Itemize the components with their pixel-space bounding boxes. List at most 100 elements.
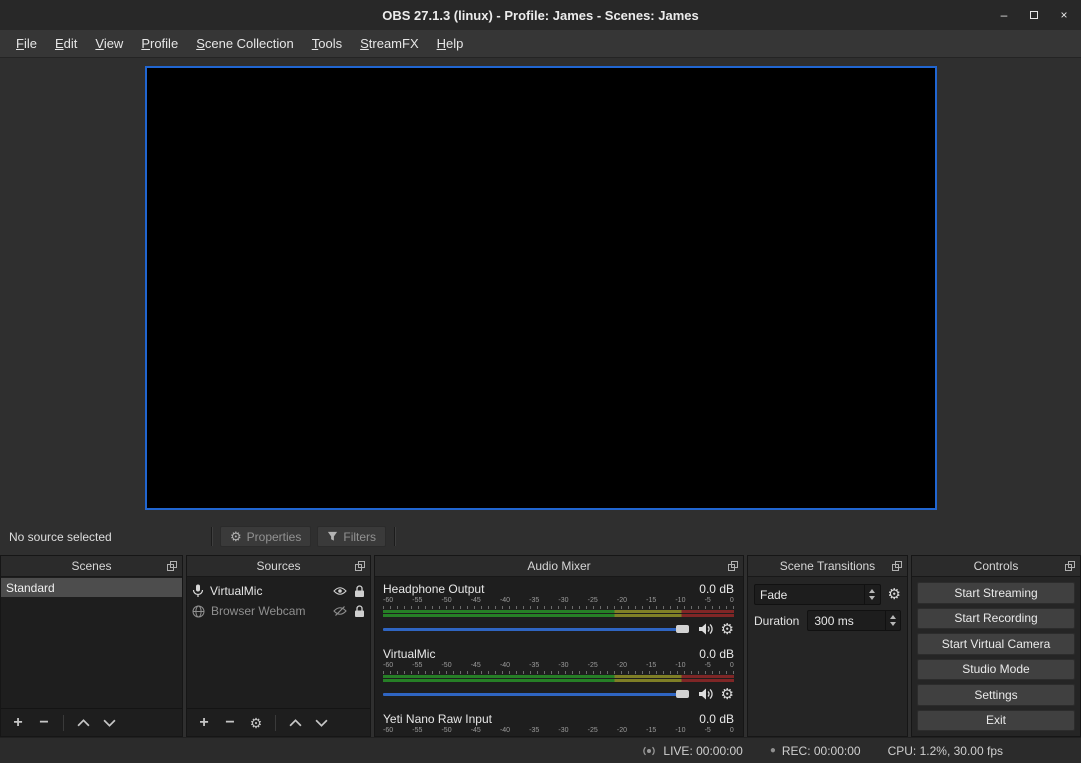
start-recording-button[interactable]: Start Recording bbox=[917, 608, 1075, 630]
visibility-eye-icon[interactable] bbox=[333, 586, 347, 596]
settings-button[interactable]: Settings bbox=[917, 684, 1075, 706]
scale-tick-label: -5 bbox=[705, 662, 711, 670]
popout-icon[interactable] bbox=[892, 561, 902, 571]
menu-file[interactable]: File bbox=[7, 30, 46, 57]
toolbar-separator bbox=[63, 715, 64, 731]
popout-icon[interactable] bbox=[355, 561, 365, 571]
mixer-channel-headphone-output: Headphone Output 0.0 dB -60-55-50-45-40-… bbox=[383, 582, 734, 636]
volume-slider[interactable] bbox=[383, 688, 689, 700]
slider-track[interactable] bbox=[383, 628, 687, 631]
transition-select[interactable]: Fade bbox=[754, 584, 881, 605]
menu-profile[interactable]: Profile bbox=[132, 30, 187, 57]
source-toolbar: No source selected ⚙ Properties Filters bbox=[0, 523, 1081, 550]
add-scene-button[interactable]: + bbox=[5, 712, 31, 734]
scale-tick-label: -15 bbox=[646, 727, 656, 735]
start-streaming-button[interactable]: Start Streaming bbox=[917, 582, 1075, 604]
minimize-icon[interactable]: – bbox=[997, 8, 1011, 22]
speaker-icon[interactable] bbox=[698, 687, 714, 701]
gear-icon[interactable]: ⚙ bbox=[721, 687, 734, 702]
popout-icon[interactable] bbox=[1065, 561, 1075, 571]
scale-tick-label: -20 bbox=[617, 662, 627, 670]
lock-icon[interactable] bbox=[354, 585, 365, 598]
obs-window: OBS 27.1.3 (linux) - Profile: James - Sc… bbox=[0, 0, 1081, 763]
scenes-dock-header[interactable]: Scenes bbox=[1, 556, 182, 577]
scale-tick-label: -55 bbox=[412, 727, 422, 735]
scale-tick-label: -40 bbox=[500, 727, 510, 735]
move-source-up-button[interactable] bbox=[282, 712, 308, 734]
rec-icon: ● bbox=[770, 746, 776, 756]
gear-icon: ⚙ bbox=[230, 530, 242, 543]
menu-view[interactable]: View bbox=[86, 30, 132, 57]
slider-handle[interactable] bbox=[676, 690, 689, 698]
preview-canvas[interactable] bbox=[145, 66, 937, 510]
scale-tick-label: 0 bbox=[730, 597, 734, 605]
volume-slider[interactable] bbox=[383, 623, 689, 635]
titlebar[interactable]: OBS 27.1.3 (linux) - Profile: James - Sc… bbox=[0, 0, 1081, 30]
move-scene-up-button[interactable] bbox=[70, 712, 96, 734]
scale-tick-label: -20 bbox=[617, 597, 627, 605]
studio-mode-button[interactable]: Studio Mode bbox=[917, 659, 1075, 681]
gear-icon[interactable]: ⚙ bbox=[888, 587, 901, 602]
scene-item-standard[interactable]: Standard bbox=[1, 578, 182, 597]
gear-icon[interactable]: ⚙ bbox=[721, 622, 734, 637]
filters-label: Filters bbox=[343, 530, 376, 544]
close-icon[interactable]: × bbox=[1057, 8, 1071, 22]
scale-tick-label: -25 bbox=[588, 727, 598, 735]
scale-tick-label: -5 bbox=[705, 597, 711, 605]
popout-icon[interactable] bbox=[728, 561, 738, 571]
audio-mixer-dock: Audio Mixer Headphone Output 0.0 dB -60-… bbox=[374, 555, 744, 737]
menu-tools[interactable]: Tools bbox=[303, 30, 351, 57]
move-scene-down-button[interactable] bbox=[96, 712, 122, 734]
scale-tick-label: -55 bbox=[412, 597, 422, 605]
menu-file-label: File bbox=[16, 36, 37, 51]
scale-tick-label: -30 bbox=[558, 727, 568, 735]
slider-track[interactable] bbox=[383, 693, 687, 696]
add-source-button[interactable]: + bbox=[191, 712, 217, 734]
menu-streamfx[interactable]: StreamFX bbox=[351, 30, 428, 57]
menu-edit[interactable]: Edit bbox=[46, 30, 86, 57]
transition-spinner[interactable] bbox=[864, 585, 879, 604]
scale-tick-label: -10 bbox=[675, 662, 685, 670]
maximize-icon[interactable] bbox=[1027, 8, 1041, 22]
speaker-icon[interactable] bbox=[698, 622, 714, 636]
menu-help[interactable]: Help bbox=[428, 30, 473, 57]
scale-tick-label: -45 bbox=[471, 662, 481, 670]
move-source-down-button[interactable] bbox=[308, 712, 334, 734]
slider-handle[interactable] bbox=[676, 625, 689, 633]
visibility-eye-slash-icon[interactable] bbox=[333, 606, 347, 616]
maximize-glyph bbox=[1030, 11, 1038, 19]
duration-value: 300 ms bbox=[814, 614, 885, 628]
controls-dock-header[interactable]: Controls bbox=[912, 556, 1080, 577]
lock-icon[interactable] bbox=[354, 605, 365, 618]
properties-button[interactable]: ⚙ Properties bbox=[220, 526, 311, 547]
exit-button[interactable]: Exit bbox=[917, 710, 1075, 732]
duration-spinner[interactable] bbox=[885, 611, 900, 630]
scale-tick-label: -60 bbox=[383, 597, 393, 605]
source-item-label: Browser Webcam bbox=[211, 604, 326, 618]
live-icon bbox=[641, 745, 657, 757]
popout-icon[interactable] bbox=[167, 561, 177, 571]
chevron-down-icon bbox=[869, 596, 875, 600]
menu-streamfx-label: StreamFX bbox=[360, 36, 419, 51]
duration-spinbox[interactable]: 300 ms bbox=[807, 610, 901, 631]
minus-icon: − bbox=[39, 715, 48, 731]
sources-dock-header[interactable]: Sources bbox=[187, 556, 370, 577]
mixer-dock-header[interactable]: Audio Mixer bbox=[375, 556, 743, 577]
mic-icon bbox=[192, 584, 204, 598]
filters-icon bbox=[327, 531, 338, 542]
menu-scene-collection[interactable]: Scene Collection bbox=[187, 30, 303, 57]
start-virtual-camera-button[interactable]: Start Virtual Camera bbox=[917, 633, 1075, 655]
remove-source-button[interactable]: − bbox=[217, 712, 243, 734]
scale-tick-label: -30 bbox=[558, 662, 568, 670]
remove-scene-button[interactable]: − bbox=[31, 712, 57, 734]
scale-tick-label: -15 bbox=[646, 597, 656, 605]
globe-icon bbox=[192, 605, 205, 618]
filters-button[interactable]: Filters bbox=[317, 526, 386, 547]
source-item-browser-webcam[interactable]: Browser Webcam bbox=[187, 601, 370, 621]
sources-list: VirtualMic Browser Webcam bbox=[187, 577, 370, 736]
source-properties-button[interactable]: ⚙ bbox=[243, 712, 269, 734]
sources-dock-title: Sources bbox=[256, 559, 300, 573]
menu-profile-label: Profile bbox=[141, 36, 178, 51]
source-item-virtualmic[interactable]: VirtualMic bbox=[187, 581, 370, 601]
transitions-dock-header[interactable]: Scene Transitions bbox=[748, 556, 907, 577]
